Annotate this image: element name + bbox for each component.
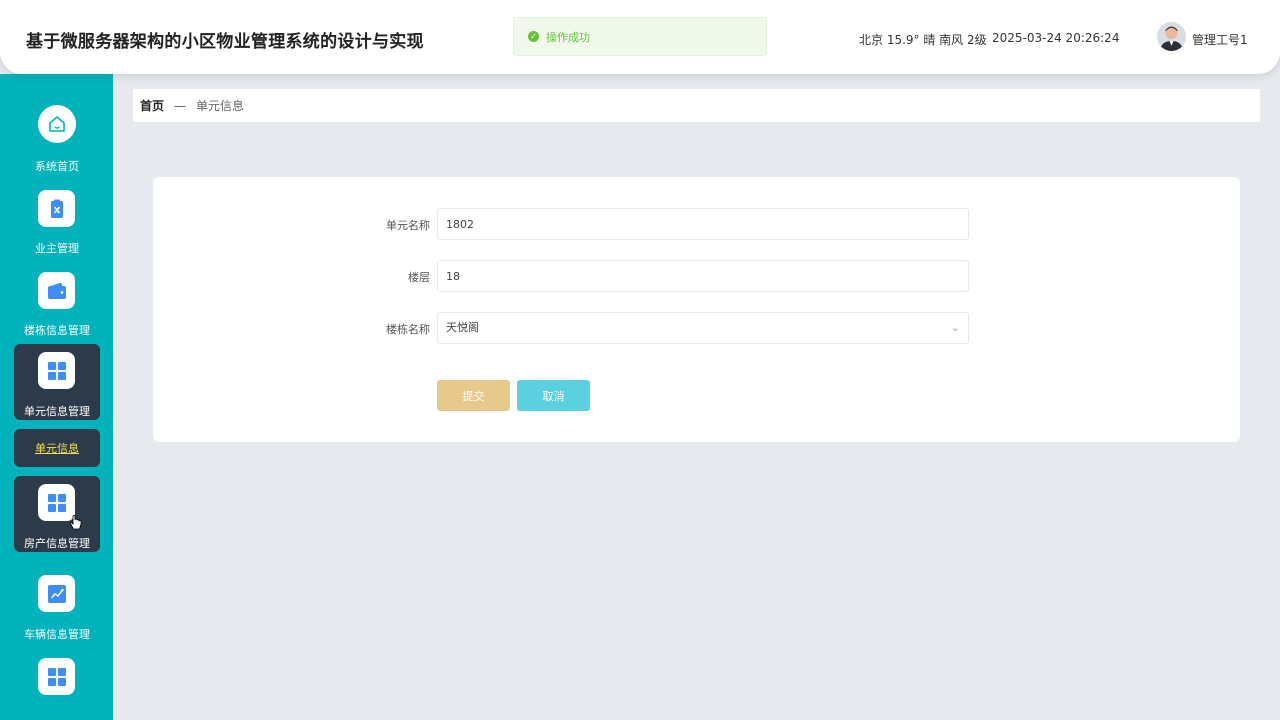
chevron-down-icon: ⌄ [950, 321, 960, 334]
unit-form-card: 单元名称 楼层 楼栋名称 天悦阁 ⌄ 提交 取消 [153, 177, 1240, 442]
sidebar-item-property[interactable]: 房产信息管理 [14, 476, 100, 552]
breadcrumb-separator: — [174, 98, 187, 113]
sidebar-item-label: 楼栋信息管理 [24, 324, 90, 337]
building-name-label: 楼栋名称 [386, 323, 430, 336]
home-icon [38, 105, 76, 143]
sidebar-item-label: 房产信息管理 [24, 537, 90, 550]
avatar[interactable] [1157, 22, 1186, 51]
sidebar-item-label: 单元信息管理 [24, 405, 90, 418]
form-row-building: 楼栋名称 天悦阁 ⌄ [153, 312, 1240, 345]
sidebar: 系统首页 业主管理 楼栋信息管理 单元信息管理 单元信息 房产信息管理 车辆信息… [0, 74, 113, 720]
grid-icon [38, 352, 75, 389]
floor-input[interactable] [437, 260, 969, 292]
form-row-unit-name: 单元名称 [153, 208, 1240, 241]
sidebar-item-building[interactable]: 楼栋信息管理 [14, 266, 100, 342]
cancel-button[interactable]: 取消 [517, 380, 590, 411]
top-header: 基于微服务器架构的小区物业管理系统的设计与实现 ✓ 操作成功 北京 15.9° … [0, 0, 1280, 74]
sidebar-item-home[interactable]: 系统首页 [14, 102, 100, 178]
sidebar-item-unit[interactable]: 单元信息管理 [14, 344, 100, 420]
system-title: 基于微服务器架构的小区物业管理系统的设计与实现 [26, 32, 424, 52]
weather-info: 北京 15.9° 晴 南风 2级 [859, 33, 987, 47]
sidebar-item-vehicle[interactable]: 车辆信息管理 [14, 572, 100, 648]
check-circle-icon: ✓ [528, 31, 539, 42]
chart-icon [38, 575, 75, 612]
sidebar-subitem-label: 单元信息 [35, 442, 79, 455]
form-row-floor: 楼层 [153, 260, 1240, 293]
breadcrumb: 首页 — 单元信息 [133, 89, 1260, 122]
success-toast: ✓ 操作成功 [513, 17, 767, 56]
clipboard-icon [38, 190, 75, 227]
sidebar-item-label: 系统首页 [35, 160, 79, 173]
toast-message: 操作成功 [546, 30, 590, 44]
sidebar-item-owner[interactable]: 业主管理 [14, 184, 100, 260]
floor-label: 楼层 [408, 271, 430, 284]
submit-button[interactable]: 提交 [437, 380, 510, 411]
unit-name-input[interactable] [437, 208, 969, 240]
sidebar-item-label: 业主管理 [35, 242, 79, 255]
hand-cursor-icon [70, 515, 82, 535]
breadcrumb-home[interactable]: 首页 [140, 97, 164, 114]
unit-name-label: 单元名称 [386, 219, 430, 232]
breadcrumb-current: 单元信息 [196, 99, 245, 113]
current-datetime: 2025-03-24 20:26:24 [992, 31, 1120, 45]
sidebar-item-more[interactable] [14, 654, 100, 720]
sidebar-item-label: 车辆信息管理 [24, 628, 90, 641]
building-name-value: 天悦阁 [446, 321, 479, 334]
building-name-select[interactable]: 天悦阁 ⌄ [437, 312, 969, 344]
sidebar-subitem-unit-info[interactable]: 单元信息 [14, 429, 100, 467]
username[interactable]: 管理工号1 [1192, 31, 1248, 48]
grid-icon [38, 658, 75, 695]
wallet-icon [38, 272, 75, 309]
